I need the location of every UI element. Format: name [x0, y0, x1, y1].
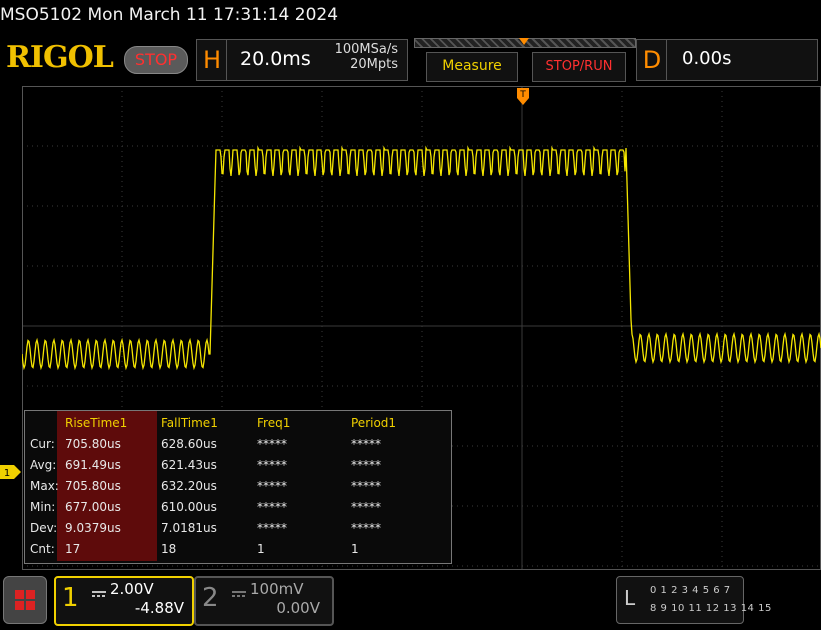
measure-button[interactable]: Measure: [426, 52, 518, 82]
measurement-row-label: Cur:: [30, 437, 55, 451]
svg-text:T: T: [519, 90, 526, 100]
run-state-label: STOP: [134, 50, 178, 69]
measurement-row-label: Dev:: [30, 521, 58, 535]
measurement-value: *****: [257, 437, 287, 451]
measurement-value: 18: [161, 542, 177, 556]
measurement-value: 7.0181us: [161, 521, 217, 535]
measurement-row-label: Max:: [30, 479, 59, 493]
brand-logo: RIGOL: [6, 40, 114, 75]
measurement-value: 1: [257, 542, 265, 556]
measurement-value: 610.00us: [161, 500, 217, 514]
measurement-header[interactable]: RiseTime1: [65, 416, 127, 430]
logic-label: L: [624, 586, 636, 610]
timebase-value: 20.0ms: [240, 48, 311, 70]
channel-1-number: 1: [62, 583, 79, 613]
channel-1-trace: [22, 145, 821, 371]
measurement-value: 628.60us: [161, 437, 217, 451]
grid-menu-button[interactable]: [3, 576, 47, 624]
measurement-value: 17: [65, 542, 81, 556]
measurement-value: *****: [351, 458, 381, 472]
stop-run-button-label: STOP/RUN: [545, 59, 613, 74]
measurement-value: 705.80us: [65, 479, 121, 493]
memory-depth: 20Mpts: [350, 57, 398, 72]
delay-label[interactable]: D: [636, 39, 668, 81]
channel-1-scale: 2.00V: [110, 580, 154, 598]
window-title: MSO5102 Mon March 11 17:31:14 2024: [0, 5, 339, 25]
channel-1-marker-icon[interactable]: 1: [0, 465, 22, 479]
measurement-value: 677.00us: [65, 500, 121, 514]
trigger-position-icon[interactable]: T: [516, 88, 530, 106]
trigger-position-marker-icon: [519, 38, 529, 45]
channel-2-number: 2: [202, 583, 219, 613]
measurement-value: *****: [257, 500, 287, 514]
measurement-value: *****: [351, 521, 381, 535]
logic-channels-row-2: 8 9 10 11 12 13 14 15: [650, 603, 772, 614]
measurement-row-label: Min:: [30, 500, 56, 514]
measurement-value: 621.43us: [161, 458, 217, 472]
horizontal-label[interactable]: H: [196, 39, 228, 81]
stop-run-button[interactable]: STOP/RUN: [532, 52, 626, 82]
measurement-value: *****: [257, 458, 287, 472]
measurement-header[interactable]: Freq1: [257, 416, 290, 430]
measurement-header[interactable]: FallTime1: [161, 416, 218, 430]
measurement-value: *****: [257, 479, 287, 493]
logic-analyzer-box[interactable]: [616, 576, 744, 624]
measurement-value: 9.0379us: [65, 521, 121, 535]
measurement-value: *****: [351, 437, 381, 451]
logic-channels-row-1: 0 1 2 3 4 5 6 7: [650, 585, 731, 596]
measurement-value: *****: [351, 500, 381, 514]
channel-1-marker-label: 1: [4, 468, 10, 479]
measurement-header[interactable]: Period1: [351, 416, 396, 430]
run-state-button[interactable]: STOP: [124, 46, 188, 74]
sample-rate: 100MSa/s: [334, 42, 398, 57]
measurement-value: *****: [351, 479, 381, 493]
measurement-value: 1: [351, 542, 359, 556]
channel-2-scale: 100mV: [250, 580, 304, 598]
delay-value: 0.00s: [682, 48, 732, 69]
measurement-value: 705.80us: [65, 437, 121, 451]
channel-2-offset: 0.00V: [276, 599, 320, 617]
measurement-value: 632.20us: [161, 479, 217, 493]
grid-menu-icon: [15, 590, 35, 610]
channel-1-offset: -4.88V: [134, 599, 184, 617]
measurement-value: *****: [257, 521, 287, 535]
dc-coupling-icon: [232, 583, 246, 597]
measure-button-label: Measure: [442, 58, 502, 74]
measurement-row-label: Cnt:: [30, 542, 55, 556]
dc-coupling-icon: [92, 583, 106, 597]
sample-rate-info: 100MSa/s 20Mpts: [324, 42, 398, 72]
measurement-value: 691.49us: [65, 458, 121, 472]
measurement-row-label: Avg:: [30, 458, 57, 472]
